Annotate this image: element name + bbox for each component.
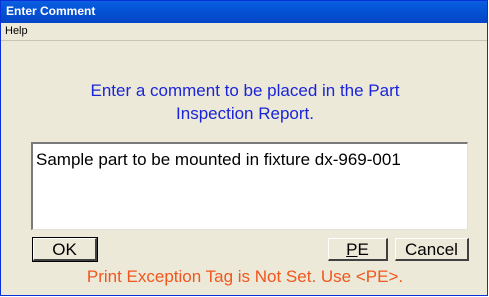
window-title: Enter Comment: [6, 4, 96, 18]
menu-bar: Help: [1, 23, 487, 41]
pe-button-label-rest: E: [357, 239, 369, 259]
ok-button[interactable]: OK: [32, 237, 98, 262]
enter-comment-dialog: Enter Comment Help Enter a comment to be…: [0, 0, 488, 296]
cancel-button[interactable]: Cancel: [395, 238, 469, 261]
pe-button-mnemonic: P: [346, 239, 358, 259]
menu-item-help[interactable]: Help: [5, 25, 28, 38]
status-message: Print Exception Tag is Not Set. Use <PE>…: [86, 267, 404, 286]
instruction-line-1: Enter a comment to be placed in the Part: [90, 81, 400, 100]
comment-input[interactable]: Sample part to be mounted in fixture dx-…: [31, 142, 468, 230]
pe-button[interactable]: PE: [328, 238, 388, 261]
instruction-text: Enter a comment to be placed in the Part…: [21, 79, 469, 125]
instruction-line-2: Inspection Report.: [176, 104, 314, 123]
title-bar[interactable]: Enter Comment: [1, 1, 487, 23]
